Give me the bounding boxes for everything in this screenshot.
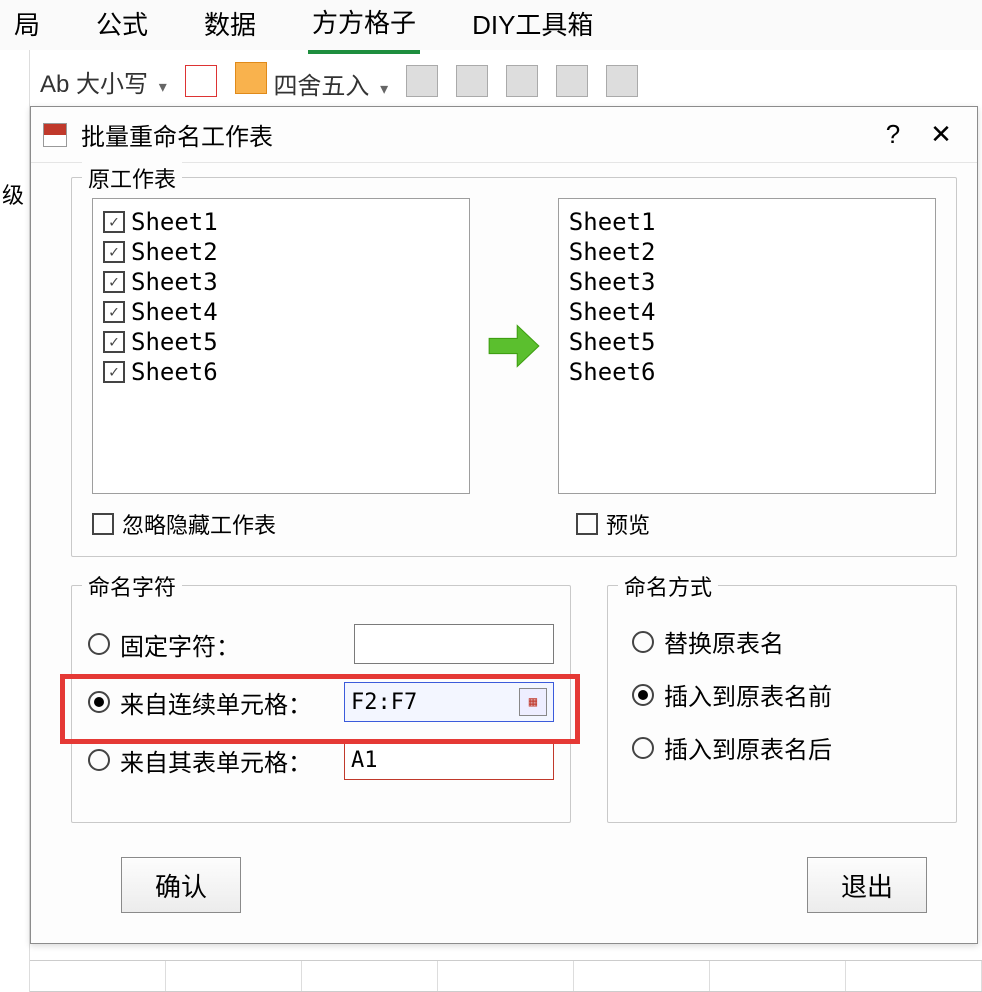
checkbox-icon — [576, 513, 598, 535]
radio-icon — [88, 633, 110, 655]
checkbox-icon — [103, 211, 125, 233]
close-button[interactable]: ✕ — [917, 119, 965, 150]
toolbar-icon-3[interactable] — [456, 65, 488, 97]
option-fixed[interactable]: 固定字符： — [88, 624, 554, 664]
help-button[interactable]: ? — [869, 119, 917, 150]
ribbon-tab-diy[interactable]: DIY工具箱 — [468, 0, 597, 52]
option-other-label: 来自其表单元格： — [120, 743, 312, 778]
source-sheet-item[interactable]: Sheet1 — [103, 207, 459, 237]
sheet-name: Sheet3 — [131, 267, 218, 297]
group-source: 原工作表 Sheet1Sheet2Sheet3Sheet4Sheet5Sheet… — [71, 177, 957, 557]
option-other-sheet[interactable]: 来自其表单元格： A1 ▦ — [88, 740, 554, 780]
checkbox-icon — [103, 301, 125, 323]
other-ref-input[interactable]: A1 ▦ — [344, 740, 554, 780]
option-after-label: 插入到原表名后 — [664, 730, 832, 765]
dialog-titlebar: 批量重命名工作表 ? ✕ — [31, 107, 977, 163]
round-dropdown[interactable]: 四舍五入 ▾ — [235, 62, 388, 101]
source-sheet-item[interactable]: Sheet5 — [103, 327, 459, 357]
option-range-label: 来自连续单元格： — [120, 685, 312, 720]
checkbox-icon — [103, 361, 125, 383]
sheet-name: Sheet1 — [131, 207, 218, 237]
ribbon-tabs: 局 公式 数据 方方格子 DIY工具箱 — [0, 0, 982, 50]
ribbon-toolbar: ▾ Ab 大小写 ▾ 四舍五入 ▾ — [0, 56, 982, 106]
group-naming-legend: 命名字符 — [82, 570, 182, 602]
preview-label: 预览 — [606, 508, 650, 540]
app-icon — [43, 123, 67, 147]
ribbon-tab-ffgz[interactable]: 方方格子 — [308, 0, 420, 54]
radio-icon — [632, 737, 654, 759]
option-fixed-label: 固定字符： — [120, 627, 240, 662]
toolbar-icon-2[interactable] — [406, 65, 438, 97]
source-sheet-item[interactable]: Sheet4 — [103, 297, 459, 327]
source-sheet-item[interactable]: Sheet6 — [103, 357, 459, 387]
radio-icon — [632, 684, 654, 706]
group-method-legend: 命名方式 — [618, 570, 718, 602]
toolbar-icon-1[interactable] — [185, 65, 217, 97]
preview-sheet-item[interactable]: Sheet6 — [569, 357, 925, 387]
checkbox-icon — [103, 331, 125, 353]
other-value: A1 — [351, 748, 378, 773]
option-replace-label: 替换原表名 — [664, 624, 784, 659]
preview-sheet-item[interactable]: Sheet4 — [569, 297, 925, 327]
option-replace[interactable]: 替换原表名 — [632, 624, 932, 659]
arrow-right-icon — [470, 198, 558, 494]
range-picker-icon[interactable]: ▦ — [519, 688, 547, 716]
sheet-name: Sheet6 — [131, 357, 218, 387]
group-source-legend: 原工作表 — [82, 162, 182, 194]
rename-dialog: 批量重命名工作表 ? ✕ 原工作表 Sheet1Sheet2Sheet3Shee… — [30, 106, 978, 944]
side-label: 级 — [2, 178, 24, 210]
checkbox-icon — [103, 241, 125, 263]
ignore-hidden-label: 忽略隐藏工作表 — [122, 508, 276, 540]
option-insert-after[interactable]: 插入到原表名后 — [632, 730, 932, 765]
preview-checkbox[interactable]: 预览 — [576, 508, 650, 540]
ribbon-tab-formula[interactable]: 公式 — [92, 0, 152, 52]
round-icon — [235, 62, 267, 94]
source-sheet-item[interactable]: Sheet3 — [103, 267, 459, 297]
source-sheet-list[interactable]: Sheet1Sheet2Sheet3Sheet4Sheet5Sheet6 — [92, 198, 470, 494]
option-range[interactable]: 来自连续单元格： F2:F7 ▦ — [88, 682, 554, 722]
toolbar-icon-4[interactable] — [506, 65, 538, 97]
spreadsheet-grid[interactable] — [30, 960, 982, 992]
preview-sheet-item[interactable]: Sheet5 — [569, 327, 925, 357]
radio-icon — [632, 631, 654, 653]
group-method: 命名方式 替换原表名 插入到原表名前 插入到原表名后 — [607, 585, 957, 823]
radio-icon — [88, 749, 110, 771]
case-dropdown[interactable]: Ab 大小写 ▾ — [40, 64, 167, 99]
preview-sheet-item[interactable]: Sheet2 — [569, 237, 925, 267]
source-sheet-item[interactable]: Sheet2 — [103, 237, 459, 267]
range-value: F2:F7 — [351, 690, 417, 715]
ribbon-tab-layout[interactable]: 局 — [10, 0, 44, 52]
option-insert-before[interactable]: 插入到原表名前 — [632, 677, 932, 712]
radio-icon — [88, 691, 110, 713]
checkbox-icon — [103, 271, 125, 293]
sheet-name: Sheet4 — [131, 297, 218, 327]
toolbar-icon-6[interactable] — [606, 65, 638, 97]
dialog-title: 批量重命名工作表 — [81, 117, 273, 152]
sheet-name: Sheet5 — [131, 327, 218, 357]
exit-button[interactable]: 退出 — [807, 857, 927, 913]
ok-button[interactable]: 确认 — [121, 857, 241, 913]
sheet-name: Sheet2 — [131, 237, 218, 267]
fixed-text-input[interactable] — [354, 624, 554, 664]
ignore-hidden-checkbox[interactable]: 忽略隐藏工作表 — [92, 508, 276, 540]
preview-sheet-item[interactable]: Sheet3 — [569, 267, 925, 297]
group-naming: 命名字符 固定字符： 来自连续单元格： F2:F7 ▦ — [71, 585, 571, 823]
toolbar-icon-5[interactable] — [556, 65, 588, 97]
preview-sheet-item[interactable]: Sheet1 — [569, 207, 925, 237]
option-before-label: 插入到原表名前 — [664, 677, 832, 712]
preview-sheet-list[interactable]: Sheet1Sheet2Sheet3Sheet4Sheet5Sheet6 — [558, 198, 936, 494]
range-ref-input[interactable]: F2:F7 ▦ — [344, 682, 554, 722]
checkbox-icon — [92, 513, 114, 535]
ribbon-tab-data[interactable]: 数据 — [200, 0, 260, 52]
